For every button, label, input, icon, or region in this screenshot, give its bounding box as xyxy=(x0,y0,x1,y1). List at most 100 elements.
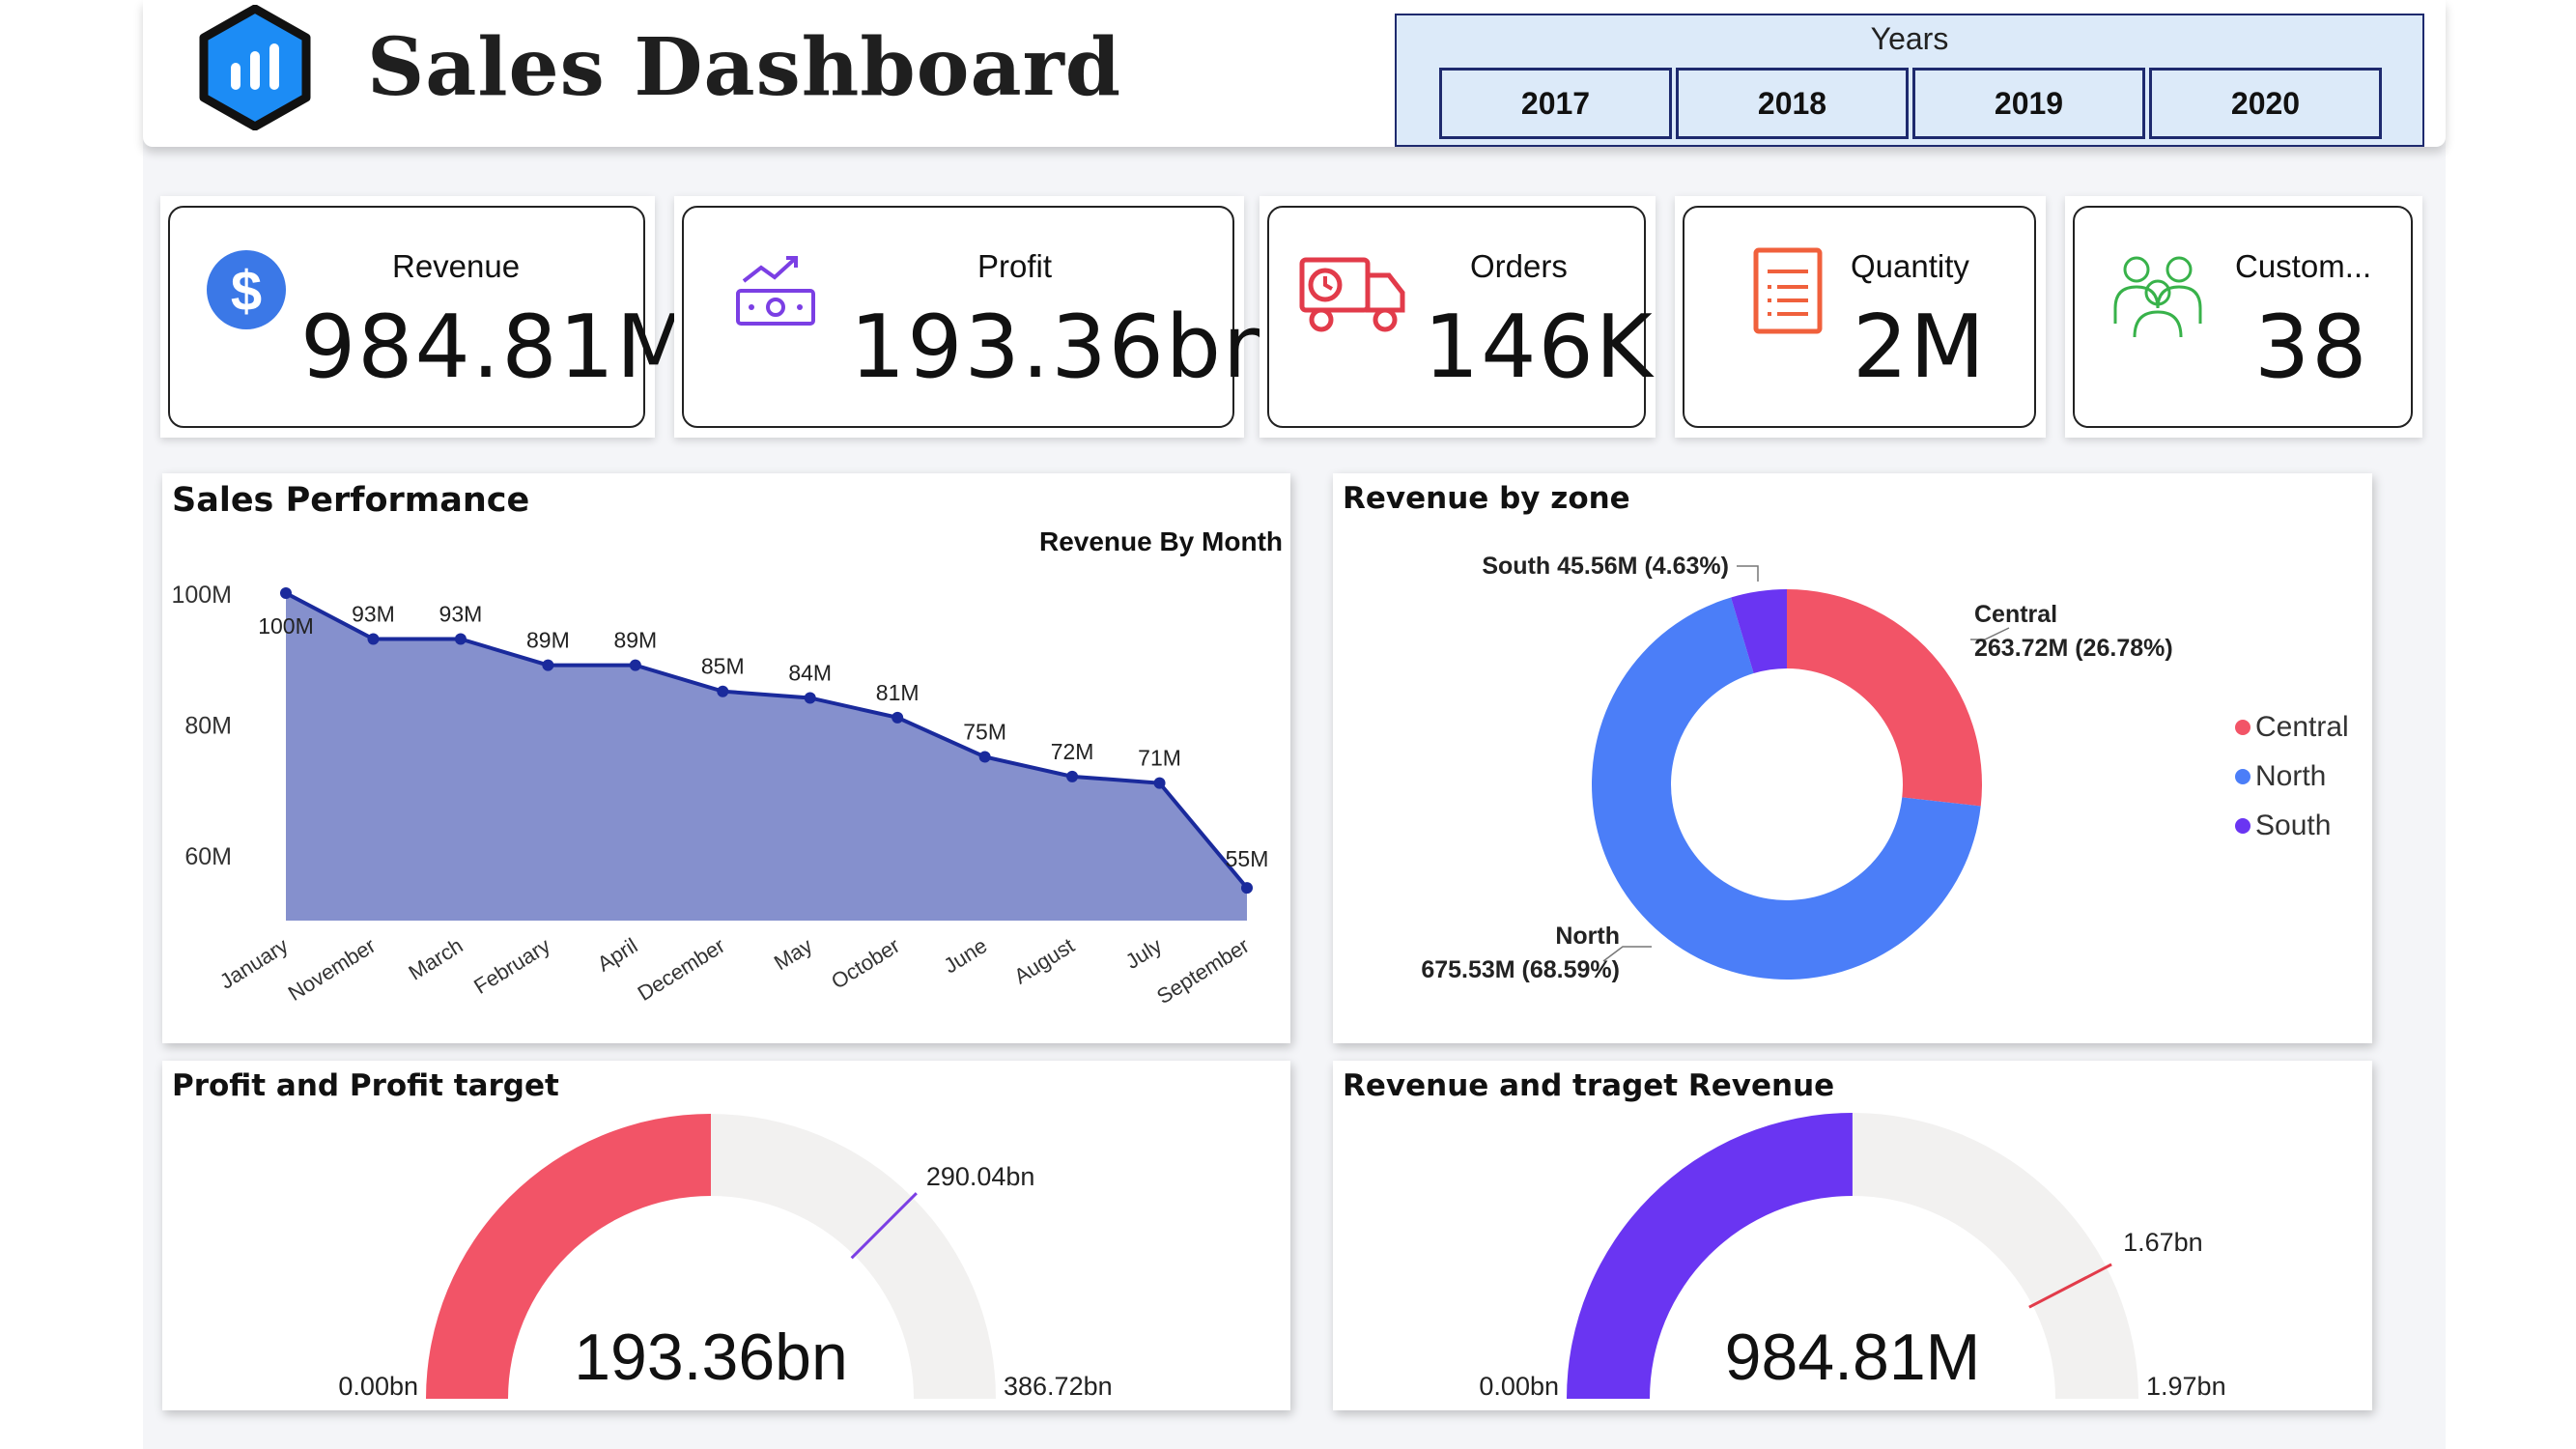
x-tick-label: July xyxy=(1121,933,1166,974)
revenue-gauge-chart: 1.67bn 984.81M 0.00bn 1.97bn xyxy=(1479,1113,2226,1401)
dashboard-canvas: Sales Dashboard Years 2017 2018 2019 202… xyxy=(0,0,2576,1449)
kpi-orders-label: Orders xyxy=(1470,248,1568,284)
revenue-by-zone-tile[interactable]: Revenue by zone Central 263.72M (26.78%) N… xyxy=(1333,473,2372,1043)
kpi-customers-label: Custom... xyxy=(2235,248,2372,284)
page-title: Sales Dashboard xyxy=(367,21,1122,114)
kpi-card-border: Quantity 2M xyxy=(1683,206,2036,428)
data-point xyxy=(1066,770,1079,782)
kpi-quantity-value: 2M xyxy=(1853,297,1987,398)
kpi-profit-card[interactable]: Profit 193.36bn xyxy=(674,196,1278,438)
kpi-profit-value: 193.36bn xyxy=(850,297,1281,398)
legend-item-north: North xyxy=(2255,760,2326,792)
x-tick-label: April xyxy=(593,933,642,977)
data-point xyxy=(1241,882,1253,895)
data-point xyxy=(892,711,904,724)
kpi-card-border: Profit 193.36bn xyxy=(682,206,1278,428)
data-point xyxy=(454,633,467,645)
donut-label-south: South 45.56M (4.63%) xyxy=(1482,553,1729,580)
x-tick-label: August xyxy=(1009,933,1078,989)
data-label: 93M xyxy=(352,601,395,626)
gauge-max-label: 1.97bn xyxy=(2146,1372,2226,1401)
kpi-orders-card[interactable]: Orders 146K xyxy=(1260,196,1656,438)
data-label: 89M xyxy=(613,628,657,653)
data-label: 85M xyxy=(701,654,745,679)
data-point xyxy=(542,659,554,671)
kpi-revenue-card[interactable]: $ Revenue 984.81M xyxy=(160,196,692,438)
x-tick-label: June xyxy=(940,933,992,978)
x-tick-label: October xyxy=(827,933,904,994)
year-button-2019[interactable]: 2019 xyxy=(1912,68,2145,139)
data-label: 55M xyxy=(1226,846,1269,871)
legend-item-south: South xyxy=(2255,810,2331,841)
dollar-icon: $ xyxy=(207,250,286,329)
y-tick-label: 80M xyxy=(184,713,232,740)
data-point xyxy=(804,692,816,704)
x-tick-label: September xyxy=(1152,933,1254,1009)
x-tick-label: February xyxy=(469,933,554,999)
kpi-card-border: Orders 146K xyxy=(1267,206,1653,428)
donut-label-central-name: Central xyxy=(1974,601,2057,628)
kpi-quantity-card[interactable]: Quantity 2M xyxy=(1675,196,2046,438)
y-tick-label: 60M xyxy=(184,843,232,870)
kpi-customers-value: 38 xyxy=(2254,297,2369,398)
x-tick-label: November xyxy=(284,933,380,1006)
y-tick-label: 100M xyxy=(171,582,232,609)
gauge-value-label: 984.81M xyxy=(1725,1321,1981,1394)
profit-gauge-chart: 290.04bn 193.36bn 0.00bn 386.72bn xyxy=(338,1114,1113,1401)
data-label: 81M xyxy=(876,680,920,705)
data-point xyxy=(978,751,991,763)
legend-marker xyxy=(2235,769,2250,784)
donut-label-north-name: North xyxy=(1555,923,1620,950)
leader-line xyxy=(1737,565,1759,582)
kpi-customers-card[interactable]: Custom... 38 xyxy=(2065,196,2422,438)
area-fill xyxy=(286,593,1247,921)
kpi-revenue-label: Revenue xyxy=(392,248,521,284)
gauge-target-label: 290.04bn xyxy=(926,1162,1035,1191)
people-group-icon xyxy=(2113,256,2202,338)
kpi-card-border: Custom... 38 xyxy=(2073,206,2413,428)
data-point xyxy=(629,659,641,671)
sales-performance-tile[interactable]: Sales Performance Revenue By Month 100M 8… xyxy=(162,473,1290,1043)
revenue-by-zone-donut: Central 263.72M (26.78%) North 675.53M (68.… xyxy=(1421,553,2349,983)
data-label: 89M xyxy=(526,628,570,653)
donut-label-north-value: 675.53M (68.59%) xyxy=(1421,956,1620,983)
donut-label-central-value: 263.72M (26.78%) xyxy=(1974,635,2173,662)
kpi-orders-value: 146K xyxy=(1424,297,1655,398)
data-point xyxy=(717,685,729,697)
revenue-gauge-tile[interactable]: Revenue and traget Revenue 1.67bn 984.81M… xyxy=(1333,1061,2372,1410)
slicer-title: Years xyxy=(1870,21,1949,56)
legend-marker xyxy=(2235,818,2250,834)
svg-text:$: $ xyxy=(231,260,262,323)
data-label: 75M xyxy=(963,720,1006,745)
kpi-card-border: $ Revenue 984.81M xyxy=(168,206,692,428)
gauge-target-label: 1.67bn xyxy=(2123,1228,2203,1257)
kpi-quantity-label: Quantity xyxy=(1851,248,1969,284)
profit-gauge-tile[interactable]: Profit and Profit target 290.04bn 193.36b… xyxy=(162,1061,1290,1410)
document-list-icon xyxy=(1753,247,1823,334)
chart-title: Revenue By Month xyxy=(1039,526,1283,556)
revenue-by-month-chart: Revenue By Month 100M 80M 60M 100M January 93… xyxy=(171,526,1283,1009)
gauge-value-label: 193.36bn xyxy=(574,1321,848,1394)
app-logo-icon xyxy=(199,5,311,130)
x-tick-label: January xyxy=(215,933,293,994)
year-button-2018[interactable]: 2018 xyxy=(1676,68,1909,139)
kpi-profit-label: Profit xyxy=(977,248,1053,284)
kpi-revenue-value: 984.81M xyxy=(300,297,694,398)
money-growth-icon xyxy=(736,256,815,326)
data-point xyxy=(280,587,292,599)
data-label: 100M xyxy=(258,613,314,639)
year-button-2017[interactable]: 2017 xyxy=(1439,68,1672,139)
data-point xyxy=(1153,777,1166,789)
legend-item-central: Central xyxy=(2255,711,2349,743)
legend-marker xyxy=(2235,720,2250,735)
data-point xyxy=(367,633,380,645)
gauge-min-label: 0.00bn xyxy=(1479,1372,1559,1401)
donut-slice-central xyxy=(1787,589,1982,807)
x-tick-label: March xyxy=(404,933,467,985)
data-label: 93M xyxy=(439,601,483,626)
data-label: 84M xyxy=(788,660,832,685)
year-button-2020[interactable]: 2020 xyxy=(2149,68,2382,139)
data-label: 72M xyxy=(1051,739,1094,764)
data-label: 71M xyxy=(1138,746,1181,771)
x-tick-label: May xyxy=(770,933,816,975)
